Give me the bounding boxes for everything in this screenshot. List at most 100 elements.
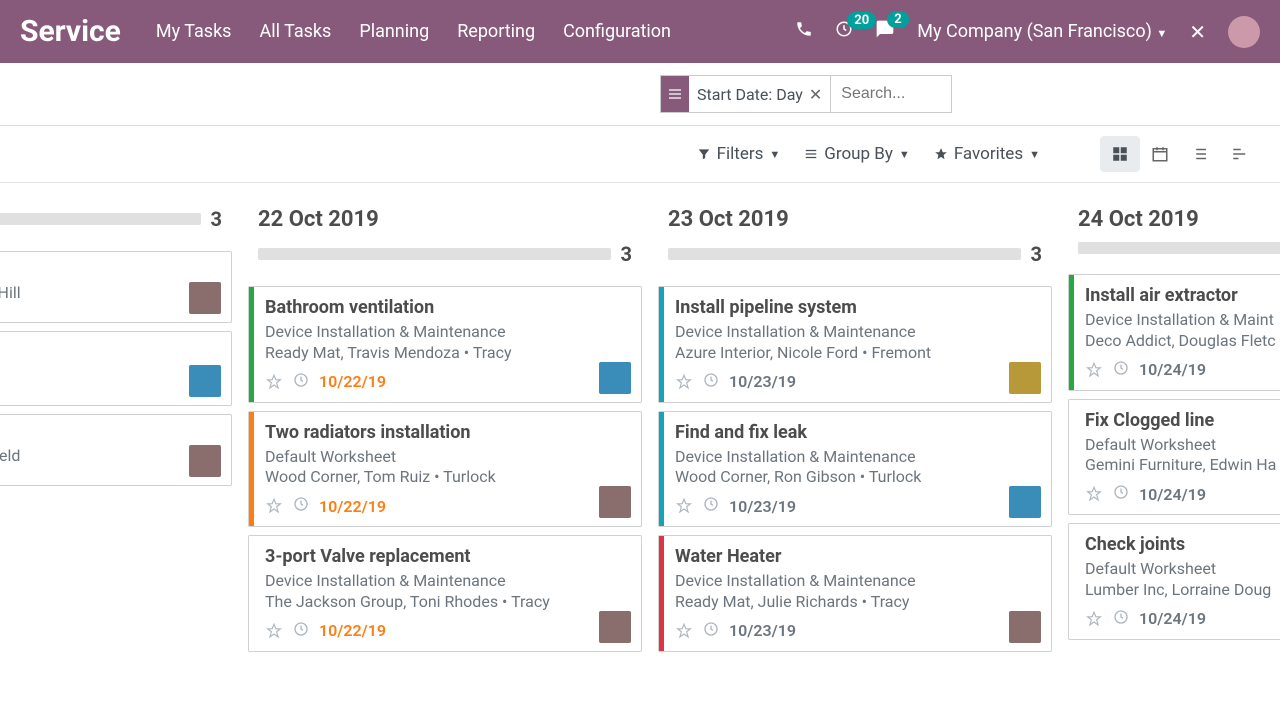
clock-icon — [1113, 484, 1129, 504]
card-title: 3-port Valve replacement — [265, 546, 629, 567]
task-card[interactable]: eeen Diaz • Fremont — [0, 331, 232, 407]
column-progress: 3 — [0, 207, 232, 231]
view-kanban-button[interactable] — [1100, 136, 1140, 172]
nav-reporting[interactable]: Reporting — [457, 21, 535, 42]
column-progress: 3 — [248, 242, 642, 266]
card-title: Check joints — [1085, 534, 1280, 555]
column-count: 3 — [621, 242, 632, 266]
star-icon[interactable] — [1085, 610, 1103, 628]
search-input[interactable] — [831, 76, 951, 112]
company-selector[interactable]: My Company (San Francisco) ▼ — [917, 21, 1167, 42]
clock-icon — [1113, 609, 1129, 629]
assignee-avatar[interactable] — [1009, 486, 1041, 518]
task-card[interactable]: & Maintenanceoham Palmer • Fairfield — [0, 414, 232, 486]
star-icon[interactable] — [265, 373, 283, 391]
top-navigation: Service My Tasks All Tasks Planning Repo… — [0, 0, 1280, 63]
filters-button[interactable]: Filters▼ — [697, 144, 781, 164]
star-icon[interactable] — [675, 497, 693, 515]
search-bar-row: Start Date: Day ✕ — [0, 63, 1280, 126]
card-stripe — [659, 412, 664, 527]
view-calendar-button[interactable] — [1140, 136, 1180, 172]
filter-chip-remove-icon[interactable]: ✕ — [809, 85, 822, 104]
star-icon[interactable] — [1085, 485, 1103, 503]
card-stripe — [659, 536, 664, 651]
clock-icon — [293, 621, 309, 641]
groupby-button[interactable]: Group By▼ — [804, 144, 910, 164]
view-list-button[interactable] — [1180, 136, 1220, 172]
star-icon[interactable] — [675, 373, 693, 391]
card-date: 10/22/19 — [319, 372, 386, 391]
assignee-avatar[interactable] — [599, 362, 631, 394]
assignee-avatar[interactable] — [1009, 611, 1041, 643]
task-card[interactable]: Bathroom ventilationDevice Installation … — [248, 286, 642, 403]
topbar-right: 20 2 My Company (San Francisco) ▼ ✕ — [795, 16, 1260, 48]
favorites-button[interactable]: Favorites▼ — [934, 144, 1040, 164]
phone-icon[interactable] — [795, 20, 813, 43]
user-avatar[interactable] — [1228, 16, 1260, 48]
search-control: Start Date: Day ✕ — [660, 75, 952, 113]
assignee-avatar[interactable] — [1009, 362, 1041, 394]
filter-chip-icon[interactable] — [661, 76, 689, 112]
nav-my-tasks[interactable]: My Tasks — [156, 21, 232, 42]
column-count: 3 — [211, 207, 222, 231]
card-title: Bathroom ventilation — [265, 297, 629, 318]
nav-planning[interactable]: Planning — [359, 21, 429, 42]
assignee-avatar[interactable] — [189, 445, 221, 477]
card-line1: Default Worksheet — [1085, 559, 1280, 580]
chat-icon[interactable]: 2 — [875, 19, 895, 44]
card-date: 10/22/19 — [319, 621, 386, 640]
column-progress — [1068, 242, 1280, 254]
card-stripe — [1069, 275, 1074, 390]
task-card[interactable]: Check jointsDefault WorksheetLumber Inc,… — [1068, 523, 1280, 640]
assignee-avatar[interactable] — [599, 486, 631, 518]
task-card[interactable]: 3-port Valve replacement Device Installat… — [248, 535, 642, 652]
card-line1: Device Installation & Maintenance — [265, 571, 629, 592]
card-title: Install air extractor — [1085, 285, 1280, 306]
star-icon[interactable] — [265, 497, 283, 515]
close-icon[interactable]: ✕ — [1189, 20, 1206, 44]
star-icon[interactable] — [675, 622, 693, 640]
card-line1: Default Worksheet — [1085, 435, 1280, 456]
clock-icon — [703, 496, 719, 516]
card-footer: 10/23/19 — [675, 621, 1039, 641]
card-line2: Wood Corner, Tom Ruiz • Turlock — [265, 467, 629, 488]
card-date: 10/23/19 — [729, 497, 796, 516]
star-icon[interactable] — [1085, 361, 1103, 379]
clock-badge-icon[interactable]: 20 — [835, 20, 853, 43]
card-line2: The Jackson Group, Toni Rhodes • Tracy — [265, 592, 629, 613]
card-footer: 10/23/19 — [675, 372, 1039, 392]
card-line2: oham Palmer • Fairfield — [0, 446, 219, 467]
column-count: 3 — [1031, 242, 1042, 266]
card-footer: 10/24/19 — [1085, 484, 1280, 504]
card-line2: Gemini Furniture, Edwin Ha — [1085, 455, 1280, 476]
card-title: Find and fix leak — [675, 422, 1039, 443]
app-name[interactable]: Service — [20, 14, 121, 49]
card-title: Water Heater — [675, 546, 1039, 567]
task-card[interactable]: Water HeaterDevice Installation & Mainte… — [658, 535, 1052, 652]
nav-all-tasks[interactable]: All Tasks — [259, 21, 331, 42]
view-gantt-button[interactable] — [1220, 136, 1260, 172]
nav-configuration[interactable]: Configuration — [563, 21, 671, 42]
card-title: Install pipeline system — [675, 297, 1039, 318]
card-line1: Device Installation & Maintenance — [675, 447, 1039, 468]
star-icon[interactable] — [265, 622, 283, 640]
card-date: 10/22/19 — [319, 497, 386, 516]
card-line2: Deco Addict, Douglas Fletc — [1085, 331, 1280, 352]
card-footer: 10/23/19 — [675, 496, 1039, 516]
assignee-avatar[interactable] — [189, 365, 221, 397]
kanban-column: 23 Oct 20193Install pipeline systemDevic… — [650, 183, 1060, 660]
task-card[interactable]: Fix Clogged lineDefault WorksheetGemini … — [1068, 399, 1280, 516]
task-card[interactable]: Install pipeline systemDevice Installati… — [658, 286, 1052, 403]
task-card[interactable]: Install air extractorDevice Installation… — [1068, 274, 1280, 391]
card-stripe — [249, 412, 254, 527]
card-date: 10/23/19 — [729, 372, 796, 391]
assignee-avatar[interactable] — [599, 611, 631, 643]
task-card[interactable]: Two radiators installationDefault Worksh… — [248, 411, 642, 528]
assignee-avatar[interactable] — [189, 282, 221, 314]
clock-icon — [703, 621, 719, 641]
task-card[interactable]: Find and fix leak Device Installation & M… — [658, 411, 1052, 528]
clock-icon — [1113, 360, 1129, 380]
column-header: 22 Oct 2019 — [258, 207, 642, 232]
task-card[interactable]: & Maintenanceon Olson • Pleasant Hill — [0, 251, 232, 323]
clock-icon — [293, 496, 309, 516]
